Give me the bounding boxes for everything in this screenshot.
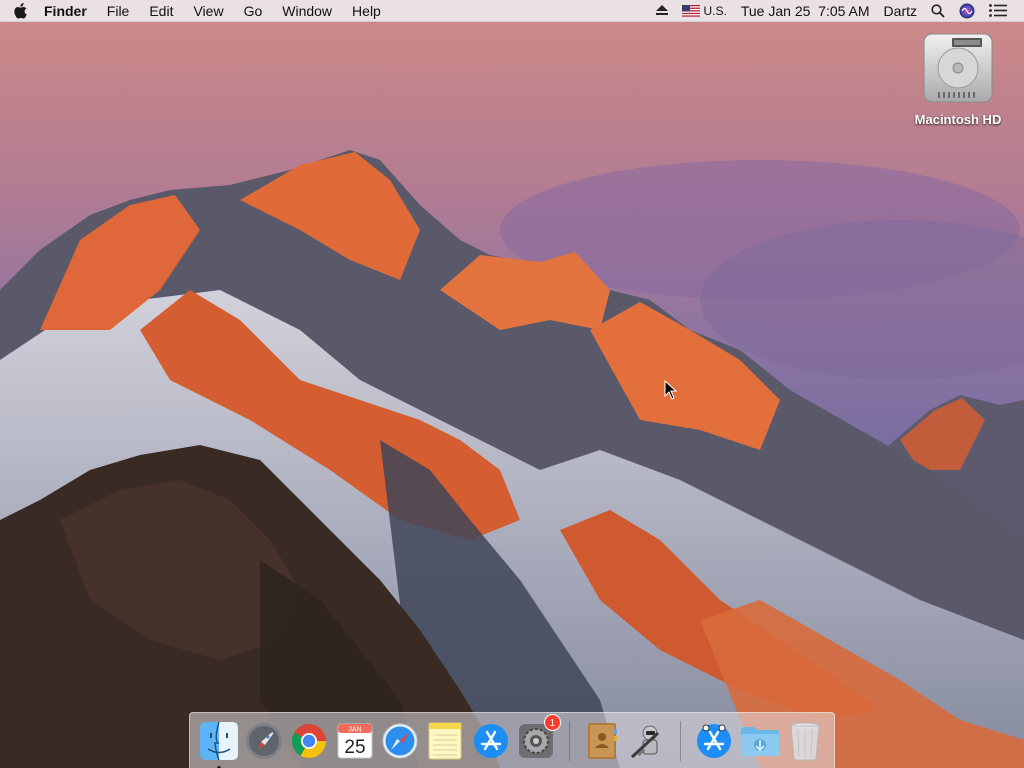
input-source-menu[interactable]: U.S. bbox=[675, 0, 734, 22]
siri-icon[interactable] bbox=[952, 3, 982, 19]
desktop-icon-macintosh-hd[interactable]: Macintosh HD bbox=[906, 30, 1010, 142]
menu-file[interactable]: File bbox=[97, 0, 140, 22]
downloads-folder-icon bbox=[740, 726, 779, 756]
app-store-folder-icon bbox=[697, 723, 732, 758]
menu-go[interactable]: Go bbox=[234, 0, 273, 22]
menu-bar-left: Finder File Edit View Go Window Help bbox=[0, 0, 391, 22]
contacts-icon bbox=[588, 722, 618, 759]
calendar-month: JAN bbox=[348, 726, 361, 733]
dock-item-automator[interactable] bbox=[627, 720, 668, 762]
dock-item-system-preferences[interactable]: 1 bbox=[515, 713, 561, 762]
dock-separator bbox=[568, 720, 570, 761]
dock-item-finder[interactable] bbox=[198, 720, 239, 768]
menu-app-name[interactable]: Finder bbox=[40, 0, 97, 22]
menu-bar-right: U.S. Tue Jan 25 7:05 AM Dartz bbox=[649, 0, 1024, 22]
dock-item-launchpad[interactable] bbox=[243, 720, 284, 762]
dock: JAN 25 1 bbox=[189, 712, 835, 768]
app-store-icon bbox=[473, 723, 508, 758]
launchpad-icon bbox=[246, 722, 283, 759]
dock-item-notes[interactable] bbox=[425, 720, 466, 762]
hard-drive-icon bbox=[923, 33, 993, 103]
dock-item-trash[interactable] bbox=[785, 720, 826, 762]
notes-icon bbox=[428, 722, 462, 759]
dock-item-calendar[interactable]: JAN 25 bbox=[334, 720, 375, 762]
automator-icon bbox=[630, 725, 659, 758]
calendar-icon: JAN 25 bbox=[337, 723, 373, 758]
dock-item-safari[interactable] bbox=[379, 720, 420, 762]
trash-icon bbox=[790, 722, 820, 760]
dock-item-downloads[interactable] bbox=[739, 720, 781, 762]
notification-center-icon[interactable] bbox=[982, 4, 1014, 17]
dock-item-app-store[interactable] bbox=[470, 720, 511, 762]
dock-item-app-store-folder[interactable] bbox=[693, 720, 734, 762]
spotlight-search-icon[interactable] bbox=[924, 3, 952, 18]
input-source-label: U.S. bbox=[703, 3, 727, 18]
us-flag-icon bbox=[681, 4, 700, 17]
menu-view[interactable]: View bbox=[183, 0, 233, 22]
dock-item-contacts[interactable] bbox=[582, 720, 623, 762]
menu-window[interactable]: Window bbox=[272, 0, 342, 22]
finder-icon bbox=[199, 721, 238, 760]
desktop-icon-label: Macintosh HD bbox=[914, 112, 1002, 127]
menu-help[interactable]: Help bbox=[342, 0, 391, 22]
desktop[interactable] bbox=[0, 0, 1024, 768]
eject-icon[interactable] bbox=[649, 5, 675, 16]
wallpaper-image bbox=[0, 0, 1024, 768]
apple-menu-icon[interactable] bbox=[0, 0, 40, 22]
mouse-cursor-icon bbox=[664, 380, 678, 400]
menu-clock[interactable]: Tue Jan 25 7:05 AM bbox=[734, 0, 877, 22]
calendar-day: 25 bbox=[344, 737, 365, 758]
dock-item-chrome[interactable] bbox=[289, 720, 330, 762]
menu-bar: Finder File Edit View Go Window Help U.S… bbox=[0, 0, 1024, 22]
menu-edit[interactable]: Edit bbox=[139, 0, 183, 22]
chrome-icon bbox=[292, 723, 327, 758]
notification-badge: 1 bbox=[543, 713, 561, 731]
dock-separator bbox=[680, 720, 682, 761]
menu-user[interactable]: Dartz bbox=[877, 0, 924, 22]
safari-icon bbox=[382, 723, 418, 758]
